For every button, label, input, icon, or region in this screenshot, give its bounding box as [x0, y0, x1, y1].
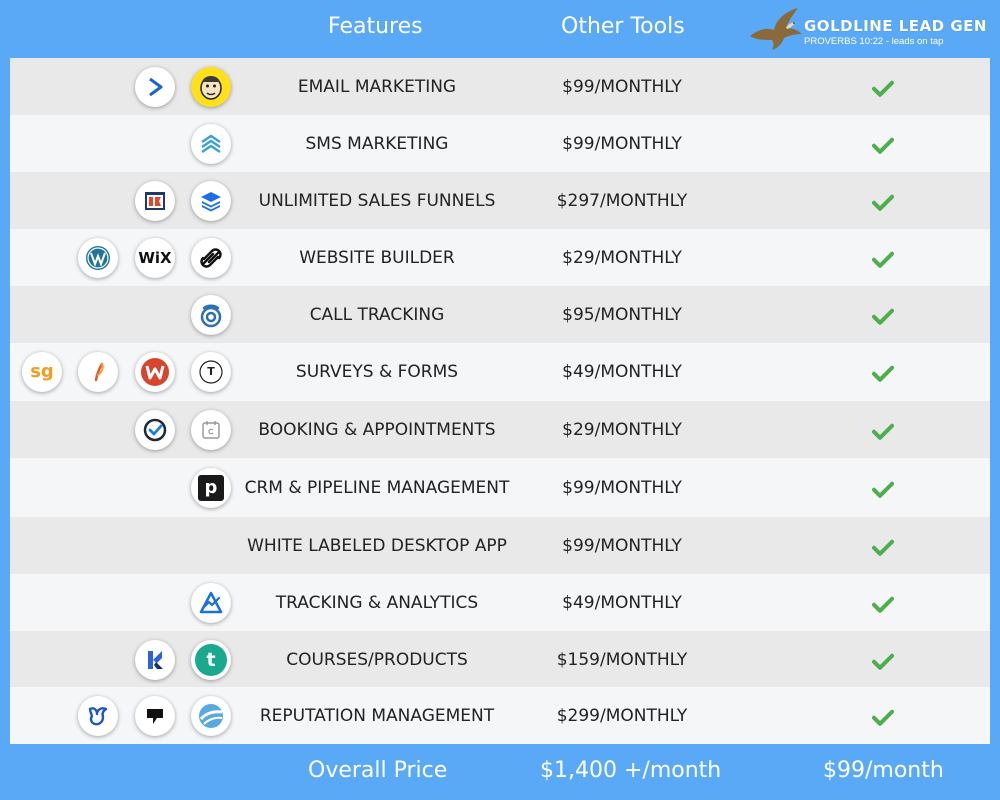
table-row: CALL TRACKING $95/MONTHLY	[10, 286, 990, 343]
wufoo-icon	[135, 351, 175, 392]
other-tools-price: $49/MONTHLY	[562, 592, 682, 613]
kajabi-icon	[135, 639, 175, 680]
feature-name: CRM & PIPELINE MANAGEMENT	[244, 477, 510, 498]
table-row: EMAIL MARKETING $99/MONTHLY	[10, 58, 990, 115]
pipedrive-badge: p	[198, 474, 224, 501]
typeform-icon: T	[191, 351, 231, 392]
feature-name: WHITE LABELED DESKTOP APP	[247, 535, 507, 556]
other-tools-price: $299/MONTHLY	[556, 705, 688, 726]
eagle-icon	[750, 8, 802, 50]
calendly-icon	[191, 409, 231, 450]
feature-name: CALL TRACKING	[309, 304, 445, 325]
other-tools-price: $99/MONTHLY	[562, 133, 682, 154]
brand-tagline: PROVERBS 10:22 - leads on tap	[804, 36, 944, 47]
checkmark-icon	[872, 596, 894, 613]
table-row: TRACKING & ANALYTICS $49/MONTHLY	[10, 574, 990, 631]
podium-icon	[135, 695, 175, 736]
layers-icon	[191, 180, 231, 221]
brand-logo: GOLDLINE LEAD GEN PROVERBS 10:22 - leads…	[746, 6, 996, 52]
sms-stack-icon	[191, 123, 231, 164]
checkmark-icon	[872, 251, 894, 268]
teachable-badge: t	[195, 643, 227, 676]
feather-icon	[78, 351, 118, 392]
table-footer: Overall Price $1,400 +/month $99/month	[0, 743, 1000, 800]
table-header: Features Other Tools GOLDLINE LEAD GEN P…	[0, 0, 1000, 58]
table-row: UNLIMITED SALES FUNNELS $297/MONTHLY	[10, 172, 990, 229]
pipedrive-icon: p	[191, 467, 231, 508]
other-tools-price: $29/MONTHLY	[562, 419, 682, 440]
other-tools-price: $29/MONTHLY	[562, 247, 682, 268]
checkmark-icon	[872, 709, 894, 726]
other-tools-price: $297/MONTHLY	[556, 190, 688, 211]
feature-name: EMAIL MARKETING	[297, 76, 457, 97]
clickfunnels-icon	[135, 180, 175, 221]
brand-name: GOLDLINE LEAD GEN	[804, 17, 987, 35]
activecampaign-icon	[135, 66, 175, 107]
wix-icon: WiX	[135, 237, 175, 278]
feature-name: WEBSITE BUILDER	[299, 247, 455, 268]
surveygizmo-icon: sg	[22, 351, 62, 392]
other-tools-total: $1,400 +/month	[540, 758, 722, 783]
feature-name: TRACKING & ANALYTICS	[275, 592, 479, 613]
feature-name: UNLIMITED SALES FUNNELS	[258, 190, 496, 211]
table-row: BOOKING & APPOINTMENTS $29/MONTHLY	[10, 401, 990, 458]
other-tools-price: $99/MONTHLY	[562, 76, 682, 97]
birdeye-icon	[78, 695, 118, 736]
table-row: p CRM & PIPELINE MANAGEMENT $99/MONTHLY	[10, 459, 990, 516]
feature-name: COURSES/PRODUCTS	[286, 649, 468, 670]
table-row: sg T SURVEYS & FORMS $49/MONTHLY	[10, 343, 990, 400]
squarespace-icon	[191, 237, 231, 278]
feature-name: SMS MARKETING	[305, 133, 449, 154]
checkmark-icon	[872, 481, 894, 498]
acuity-icon	[135, 409, 175, 450]
other-tools-price: $159/MONTHLY	[556, 649, 688, 670]
checkmark-icon	[872, 194, 894, 211]
teachable-icon: t	[191, 639, 231, 680]
checkmark-icon	[872, 80, 894, 97]
our-total-price: $99/month	[823, 758, 944, 783]
table-row: WHITE LABELED DESKTOP APP $99/MONTHLY	[10, 517, 990, 574]
feature-name: REPUTATION MANAGEMENT	[259, 705, 495, 726]
other-tools-price: $99/MONTHLY	[562, 535, 682, 556]
feature-name: SURVEYS & FORMS	[295, 361, 459, 382]
other-tools-price: $49/MONTHLY	[562, 361, 682, 382]
call-tracking-icon	[191, 294, 231, 335]
checkmark-icon	[872, 539, 894, 556]
table-row: t COURSES/PRODUCTS $159/MONTHLY	[10, 631, 990, 688]
analytics-icon	[191, 582, 231, 623]
checkmark-icon	[872, 423, 894, 440]
mailchimp-icon	[191, 66, 231, 107]
wordpress-icon	[78, 237, 118, 278]
checkmark-icon	[872, 365, 894, 382]
comparison-table: EMAIL MARKETING $99/MONTHLY SMS MARKETIN…	[10, 58, 990, 744]
table-row: REPUTATION MANAGEMENT $299/MONTHLY	[10, 687, 990, 744]
checkmark-icon	[872, 308, 894, 325]
other-tools-price: $95/MONTHLY	[562, 304, 682, 325]
checkmark-icon	[872, 653, 894, 670]
other-tools-price: $99/MONTHLY	[562, 477, 682, 498]
overall-price-label: Overall Price	[308, 758, 448, 783]
checkmark-icon	[872, 137, 894, 154]
table-row: SMS MARKETING $99/MONTHLY	[10, 115, 990, 172]
other-tools-column-header: Other Tools	[561, 14, 685, 39]
features-column-header: Features	[328, 14, 423, 39]
table-row: WiX WEBSITE BUILDER $29/MONTHLY	[10, 229, 990, 286]
feature-name: BOOKING & APPOINTMENTS	[258, 419, 496, 440]
reputation-icon	[191, 695, 231, 736]
